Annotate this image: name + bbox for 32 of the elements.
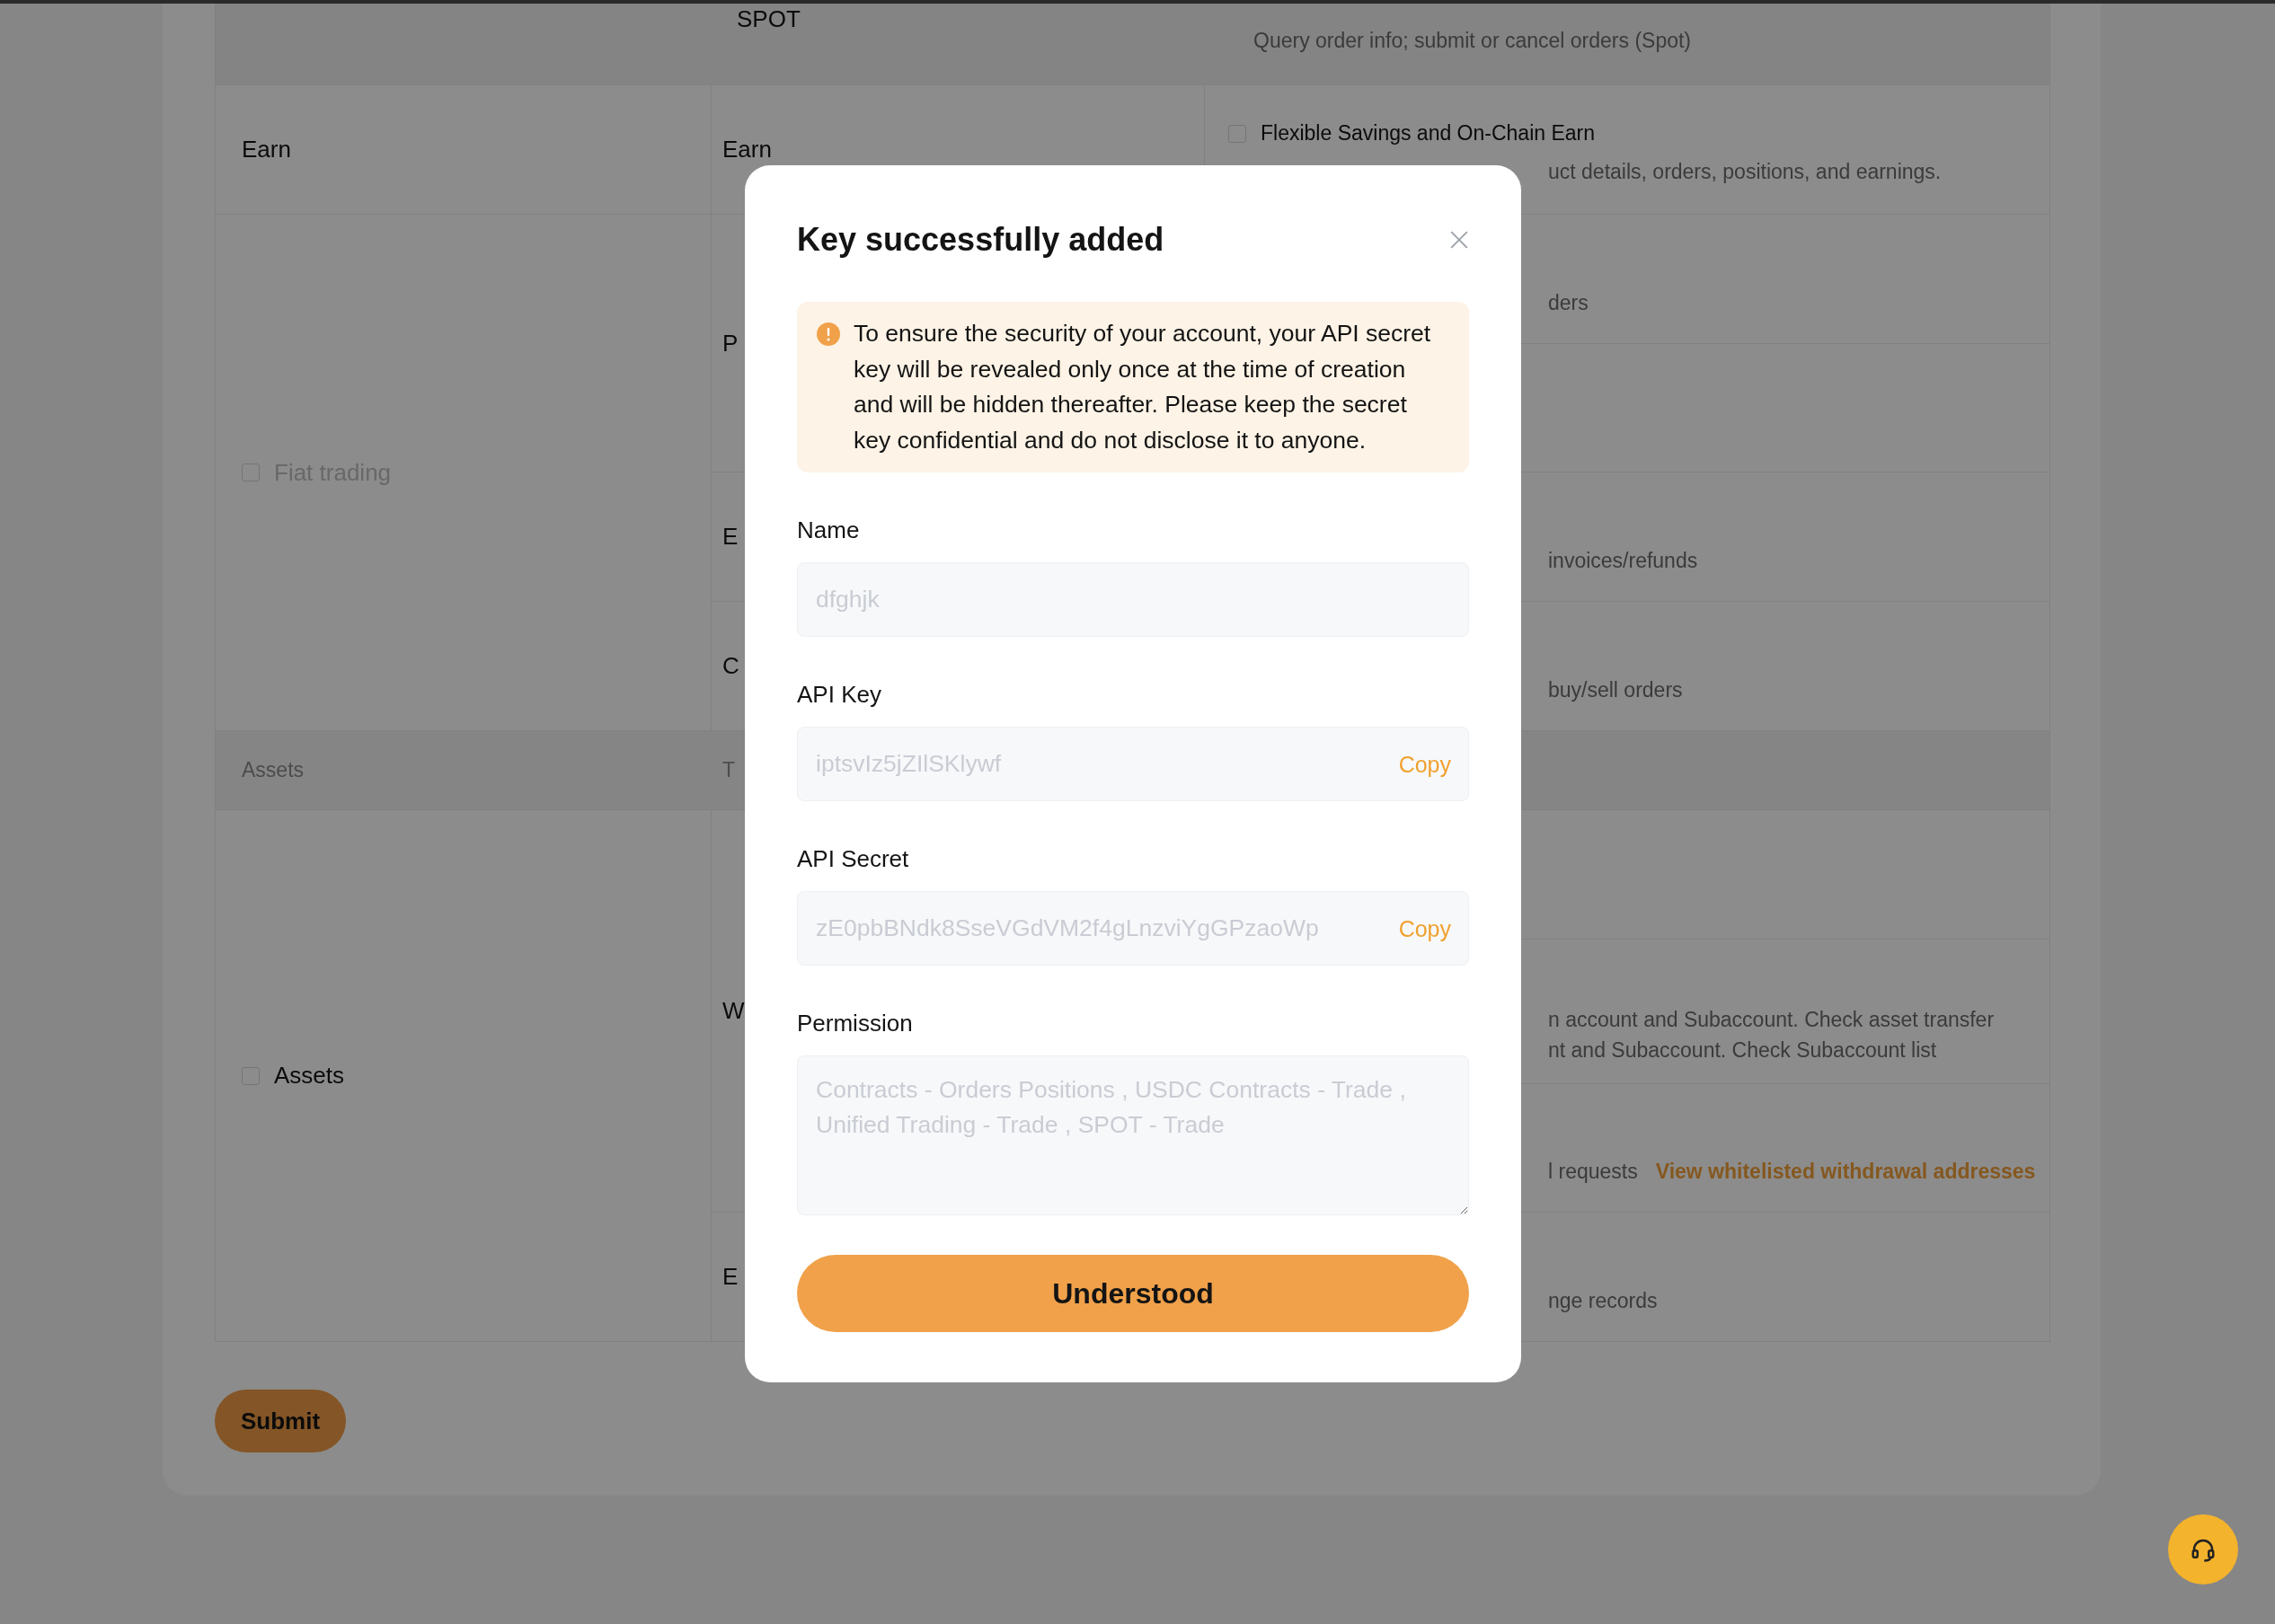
permission-group-label: SPOT xyxy=(737,5,801,33)
understood-button[interactable]: Understood xyxy=(797,1255,1469,1332)
permission-group-label: P xyxy=(722,329,739,357)
field-label: API Secret xyxy=(797,844,910,873)
permission-description: buy/sell orders xyxy=(1548,676,1683,703)
section-header: Assets xyxy=(242,758,305,782)
dialog-title: Key successfully added xyxy=(797,221,1164,259)
permission-description: uct details, orders, positions, and earnings. xyxy=(1548,159,1942,185)
permission-group-label: C xyxy=(722,652,739,680)
permission-group-label: W xyxy=(722,997,745,1025)
permission-group-label: E xyxy=(722,1263,739,1291)
checkbox-label: Assets xyxy=(274,1062,345,1090)
close-icon[interactable] xyxy=(1449,230,1469,250)
permission-description: Query order info; submit or cancel orders (Spot) xyxy=(1253,28,1692,54)
permission-label: Flexible Savings and On-Chain Earn xyxy=(1261,121,1596,146)
permission-description: nt and Subaccount. Check Subaccount list xyxy=(1548,1037,1938,1064)
permission-description: nge records xyxy=(1548,1287,1658,1314)
permission-group-label: Earn xyxy=(722,136,772,163)
permission-description: invoices/refunds xyxy=(1548,547,1698,574)
permission-group-label: T xyxy=(722,758,736,782)
permission-group-label: E xyxy=(722,523,739,551)
field-label: API Key xyxy=(797,680,882,709)
whitelist-link[interactable]: View whitelisted withdrawal addresses xyxy=(1655,1159,2036,1184)
permission-description: n account and Subaccount. Check asset transfer xyxy=(1548,1007,1996,1033)
field-label: Name xyxy=(797,516,861,544)
category-label: Earn xyxy=(242,136,291,163)
notice-text: To ensure the security of your account, your API secret key will be revealed only once at the time of creation and will be hidden thereafter. Please keep the secret key confidential and do not disclose it to anyone. xyxy=(854,319,1432,455)
submit-button[interactable]: Submit xyxy=(215,1390,347,1452)
field-label: Permission xyxy=(797,1009,914,1037)
permission-description: ders xyxy=(1548,289,1589,316)
permission-description: l requests xyxy=(1548,1159,1638,1185)
warning-icon xyxy=(817,322,840,346)
